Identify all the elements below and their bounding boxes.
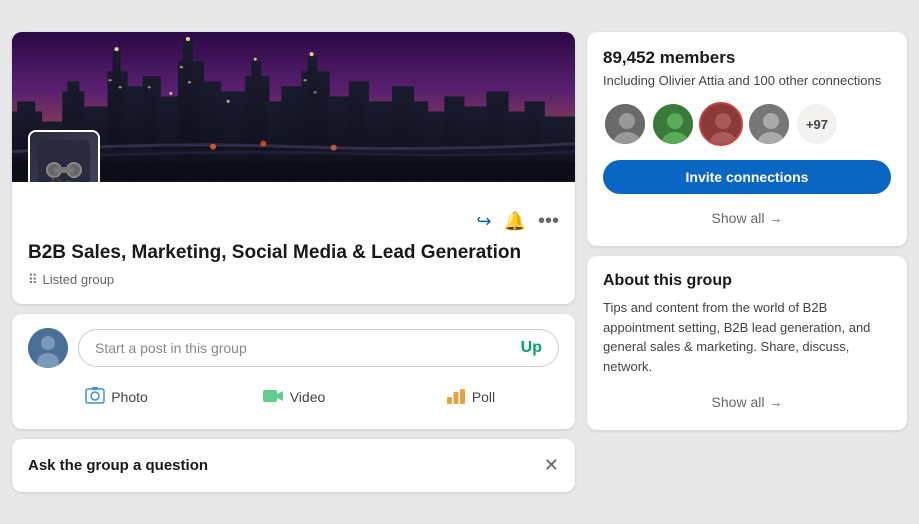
post-input-row: Start a post in this group Up [28, 328, 559, 368]
video-action-btn[interactable]: Video [205, 380, 382, 415]
about-description: Tips and content from the world of B2B a… [603, 298, 891, 376]
logo-inner [30, 132, 98, 182]
poll-label: Poll [472, 389, 495, 405]
group-title: B2B Sales, Marketing, Social Media & Lea… [28, 241, 559, 266]
group-actions: ↪ 🔔 ••• [28, 210, 559, 233]
group-card-body: ↪ 🔔 ••• B2B Sales, Marketing, Social Med… [12, 182, 575, 304]
left-panel: ↪ 🔔 ••• B2B Sales, Marketing, Social Med… [12, 32, 575, 492]
page-wrapper: ↪ 🔔 ••• B2B Sales, Marketing, Social Med… [12, 32, 907, 492]
member-avatar-more: +97 [795, 102, 839, 146]
ask-question-card: Ask the group a question ✕ [12, 439, 575, 492]
members-card: 89,452 members Including Olivier Attia a… [587, 32, 907, 246]
member-avatar-1 [603, 102, 647, 146]
members-show-all-arrow: → [768, 210, 782, 226]
member-avatar-4 [747, 102, 791, 146]
poll-action-btn[interactable]: Poll [382, 380, 559, 415]
ask-question-title: Ask the group a question [28, 457, 208, 474]
logo-svg [38, 140, 90, 182]
about-show-all-arrow: → [768, 394, 782, 410]
banner-image [12, 32, 575, 182]
members-show-all-label: Show all [712, 210, 765, 226]
video-label: Video [290, 389, 326, 405]
invite-connections-button[interactable]: Invite connections [603, 160, 891, 194]
more-icon[interactable]: ••• [538, 210, 559, 233]
members-count: 89,452 members [603, 48, 891, 68]
about-show-all-label: Show all [712, 394, 765, 410]
close-ask-button[interactable]: ✕ [544, 455, 559, 476]
members-show-all[interactable]: Show all → [603, 206, 891, 230]
about-card: About this group Tips and content from t… [587, 256, 907, 430]
post-input-field[interactable]: Start a post in this group Up [78, 329, 559, 367]
up-icon: Up [521, 339, 542, 357]
post-placeholder: Start a post in this group [95, 340, 247, 356]
about-show-all[interactable]: Show all → [603, 390, 891, 414]
poll-icon [446, 387, 466, 408]
photo-action-btn[interactable]: Photo [28, 380, 205, 415]
member-avatars-row: +97 [603, 102, 891, 146]
post-composer-card: Start a post in this group Up Photo [12, 314, 575, 429]
member-avatar-3 [699, 102, 743, 146]
share-icon[interactable]: ↪ [476, 211, 491, 232]
member-avatar-2 [651, 102, 695, 146]
group-type-label: Listed group [43, 272, 115, 287]
group-card: ↪ 🔔 ••• B2B Sales, Marketing, Social Med… [12, 32, 575, 304]
bell-icon[interactable]: 🔔 [504, 211, 526, 232]
post-actions: Photo Video [28, 380, 559, 415]
photo-icon [85, 386, 105, 409]
about-title: About this group [603, 272, 891, 290]
right-panel: 89,452 members Including Olivier Attia a… [587, 32, 907, 492]
group-meta: ⠿ Listed group [28, 272, 559, 288]
photo-label: Photo [111, 389, 148, 405]
group-logo [28, 130, 100, 182]
video-icon [262, 387, 284, 408]
listed-group-icon: ⠿ [28, 272, 38, 288]
members-subtitle: Including Olivier Attia and 100 other co… [603, 72, 891, 90]
current-user-avatar [28, 328, 68, 368]
